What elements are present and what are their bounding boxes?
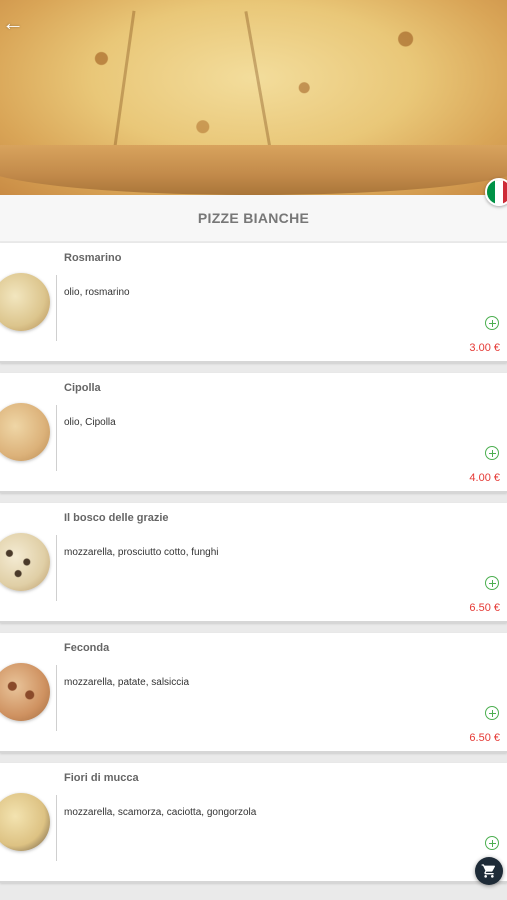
pizza-ingredients: mozzarella, scamorza, caciotta, gongorzo…: [64, 807, 257, 818]
flag-stripe-green: [487, 180, 495, 204]
pizza-price: 3.00 €: [469, 342, 500, 354]
pizza-card[interactable]: Rosmarino olio, rosmarino 3.00 €: [0, 243, 507, 363]
pizza-ingredients: olio, rosmarino: [64, 287, 130, 298]
pizza-name: Cipolla: [64, 382, 101, 394]
pizza-thumbnail: [0, 273, 50, 331]
pizza-list: Rosmarino olio, rosmarino 3.00 € Cipolla…: [0, 243, 507, 893]
add-circle-icon[interactable]: [485, 576, 499, 590]
pizza-name: Feconda: [64, 642, 110, 654]
italian-flag-icon[interactable]: [485, 178, 507, 206]
add-circle-icon[interactable]: [485, 316, 499, 330]
pizza-thumbnail: [0, 663, 50, 721]
pizza-price: 6.50 €: [469, 602, 500, 614]
flag-stripe-white: [495, 180, 503, 204]
pizza-name: Il bosco delle grazie: [64, 512, 169, 524]
pizza-card[interactable]: Il bosco delle grazie mozzarella, prosci…: [0, 503, 507, 623]
pizza-name: Fiori di mucca: [64, 772, 139, 784]
pizza-thumbnail: [0, 533, 50, 591]
pizza-price: 6.50 €: [469, 732, 500, 744]
pizza-card[interactable]: Feconda mozzarella, patate, salsiccia 6.…: [0, 633, 507, 753]
card-divider: [56, 275, 57, 341]
pizza-ingredients: olio, Cipolla: [64, 417, 116, 428]
pizza-card[interactable]: Fiori di mucca mozzarella, scamorza, cac…: [0, 763, 507, 883]
cart-button[interactable]: [475, 857, 503, 885]
header-banner-image: ←: [0, 0, 507, 195]
pizza-card[interactable]: Cipolla olio, Cipolla 4.00 €: [0, 373, 507, 493]
category-header: PIZZE BIANCHE: [0, 195, 507, 241]
category-title: PIZZE BIANCHE: [197, 210, 310, 226]
cart-icon: [481, 864, 496, 878]
pizza-thumbnail: [0, 793, 50, 851]
add-circle-icon[interactable]: [485, 836, 499, 850]
pizza-crust: [0, 145, 507, 195]
arrow-left-icon[interactable]: ←: [2, 12, 24, 34]
add-circle-icon[interactable]: [485, 706, 499, 720]
card-divider: [56, 795, 57, 861]
card-divider: [56, 665, 57, 731]
card-divider: [56, 535, 57, 601]
add-circle-icon[interactable]: [485, 446, 499, 460]
pizza-thumbnail: [0, 403, 50, 461]
pizza-ingredients: mozzarella, prosciutto cotto, funghi: [64, 547, 219, 558]
pizza-name: Rosmarino: [64, 252, 122, 264]
pizza-price: 4.00 €: [469, 472, 500, 484]
card-divider: [56, 405, 57, 471]
flag-stripe-red: [503, 180, 507, 204]
pizza-ingredients: mozzarella, patate, salsiccia: [64, 677, 190, 688]
